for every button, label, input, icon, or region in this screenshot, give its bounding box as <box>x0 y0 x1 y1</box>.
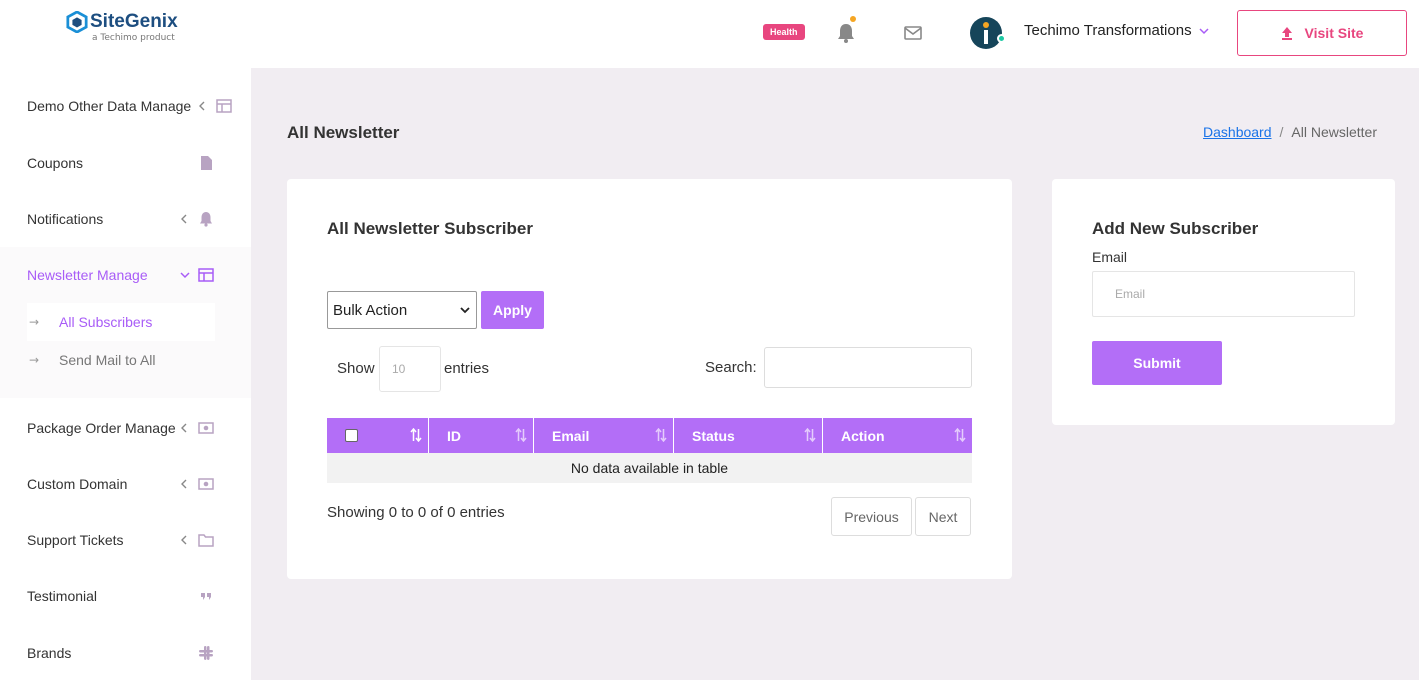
visit-site-button[interactable]: Visit Site <box>1237 10 1407 56</box>
submit-button[interactable]: Submit <box>1092 341 1222 385</box>
sidebar-item-label: Support Tickets <box>27 532 124 548</box>
apply-button[interactable]: Apply <box>481 291 544 329</box>
sidebar-subitem-send-mail[interactable]: → Send Mail to All <box>27 341 215 379</box>
column-header-status[interactable]: Status <box>674 418 823 453</box>
sidebar-item-package-order[interactable]: Package Order Manage <box>0 413 251 443</box>
hexagon-logo-icon <box>66 11 88 33</box>
sidebar: Demo Other Data Manage Coupons Notificat… <box>0 68 251 680</box>
search-label: Search: <box>705 359 757 376</box>
brand-tagline: a Techimo product <box>92 33 175 43</box>
online-status-dot <box>997 34 1006 43</box>
slack-icon <box>199 646 213 660</box>
arrow-right-icon: → <box>29 353 40 367</box>
notification-dot <box>850 16 856 22</box>
email-label: Email <box>1092 249 1128 265</box>
bell-icon <box>200 212 212 227</box>
sidebar-item-label: Newsletter Manage <box>27 267 148 283</box>
bulk-action-select[interactable]: Bulk Action <box>327 291 477 329</box>
search-input[interactable] <box>764 347 972 388</box>
health-badge[interactable]: Health <box>763 24 805 40</box>
sidebar-item-label: Coupons <box>27 155 84 171</box>
arrow-right-icon: → <box>29 315 40 329</box>
sidebar-item-label: Notifications <box>27 211 104 227</box>
sidebar-item-label: Brands <box>27 645 72 661</box>
sidebar-item-demo-other-data[interactable]: Demo Other Data Manage <box>0 91 251 121</box>
chevron-down-icon[interactable] <box>1199 27 1209 35</box>
sort-icon <box>515 428 527 442</box>
sidebar-item-brands[interactable]: Brands <box>0 638 251 668</box>
quote-icon <box>201 593 211 600</box>
breadcrumb-separator: / <box>1279 124 1284 140</box>
sidebar-item-newsletter-manage[interactable]: Newsletter Manage <box>0 260 251 290</box>
next-page-button[interactable]: Next <box>915 497 971 536</box>
visit-site-label: Visit Site <box>1304 25 1364 41</box>
previous-page-button[interactable]: Previous <box>831 497 912 536</box>
subscriber-table: ID Email Status Action No data available… <box>327 418 972 483</box>
subscriber-list-card: All Newsletter Subscriber Bulk Action Ap… <box>287 179 1012 579</box>
table-icon <box>216 99 232 113</box>
column-header-label: Email <box>552 427 590 444</box>
sidebar-item-testimonial[interactable]: Testimonial <box>0 581 251 611</box>
empty-table-row: No data available in table <box>327 453 972 483</box>
entries-label: entries <box>444 360 490 377</box>
chevron-down-icon <box>180 272 190 279</box>
chevron-left-icon <box>199 101 205 111</box>
chevron-left-icon <box>181 479 187 489</box>
breadcrumb: Dashboard / All Newsletter <box>1203 124 1377 140</box>
upload-icon <box>1281 26 1292 40</box>
add-subscriber-card: Add New Subscriber Email Email Submit <box>1052 179 1395 425</box>
mail-icon[interactable] <box>903 24 923 42</box>
chevron-down-icon <box>460 307 470 314</box>
email-input[interactable]: Email <box>1092 271 1355 317</box>
breadcrumb-current: All Newsletter <box>1291 124 1377 140</box>
sidebar-item-label: Package Order Manage <box>27 420 176 436</box>
file-icon <box>201 156 212 170</box>
sidebar-item-label: Testimonial <box>27 588 98 604</box>
money-icon <box>198 422 214 434</box>
show-label: Show <box>337 360 375 377</box>
add-subscriber-title: Add New Subscriber <box>1092 219 1259 238</box>
sidebar-subitem-label: All Subscribers <box>59 314 153 330</box>
sidebar-item-coupons[interactable]: Coupons <box>0 148 251 178</box>
entries-per-page-input[interactable]: 10 <box>379 346 441 392</box>
table-icon <box>198 268 214 282</box>
sidebar-subitem-all-subscribers[interactable]: → All Subscribers <box>27 303 215 341</box>
money-icon <box>198 478 214 490</box>
breadcrumb-dashboard-link[interactable]: Dashboard <box>1203 124 1272 140</box>
column-header-email[interactable]: Email <box>534 418 674 453</box>
column-header-id[interactable]: ID <box>429 418 534 453</box>
column-header-label: Status <box>692 427 735 444</box>
top-header: SiteGenix a Techimo product Health Techi… <box>0 0 1419 68</box>
table-header: ID Email Status Action <box>327 418 972 453</box>
sidebar-item-notifications[interactable]: Notifications <box>0 204 251 234</box>
sidebar-item-label: Custom Domain <box>27 476 128 492</box>
user-name[interactable]: Techimo Transformations <box>1024 22 1192 39</box>
chevron-left-icon <box>181 214 187 224</box>
column-header-action[interactable]: Action <box>823 418 972 453</box>
bulk-action-value: Bulk Action <box>333 301 408 319</box>
sidebar-subitem-label: Send Mail to All <box>59 352 156 368</box>
brand-name: SiteGenix <box>90 11 178 32</box>
user-avatar[interactable] <box>970 17 1002 49</box>
column-header-label: ID <box>447 427 461 444</box>
sort-icon <box>804 428 816 442</box>
sidebar-item-custom-domain[interactable]: Custom Domain <box>0 469 251 499</box>
sidebar-item-support-tickets[interactable]: Support Tickets <box>0 525 251 555</box>
showing-entries-text: Showing 0 to 0 of 0 entries <box>327 504 505 521</box>
column-header-label: Action <box>841 427 885 444</box>
subscriber-list-title: All Newsletter Subscriber <box>327 219 533 238</box>
chevron-left-icon <box>181 535 187 545</box>
chevron-left-icon <box>181 423 187 433</box>
sort-icon <box>954 428 966 442</box>
sort-icon[interactable] <box>410 428 422 442</box>
brand-logo[interactable]: SiteGenix a Techimo product <box>66 11 178 43</box>
select-all-checkbox[interactable] <box>345 429 358 442</box>
select-all-column[interactable] <box>327 418 429 453</box>
page-title: All Newsletter <box>287 123 400 142</box>
bell-icon[interactable] <box>836 22 856 44</box>
info-avatar-icon <box>983 22 989 44</box>
sidebar-item-label: Demo Other Data Manage <box>27 98 192 114</box>
sort-icon <box>655 428 667 442</box>
folder-icon <box>198 534 214 547</box>
